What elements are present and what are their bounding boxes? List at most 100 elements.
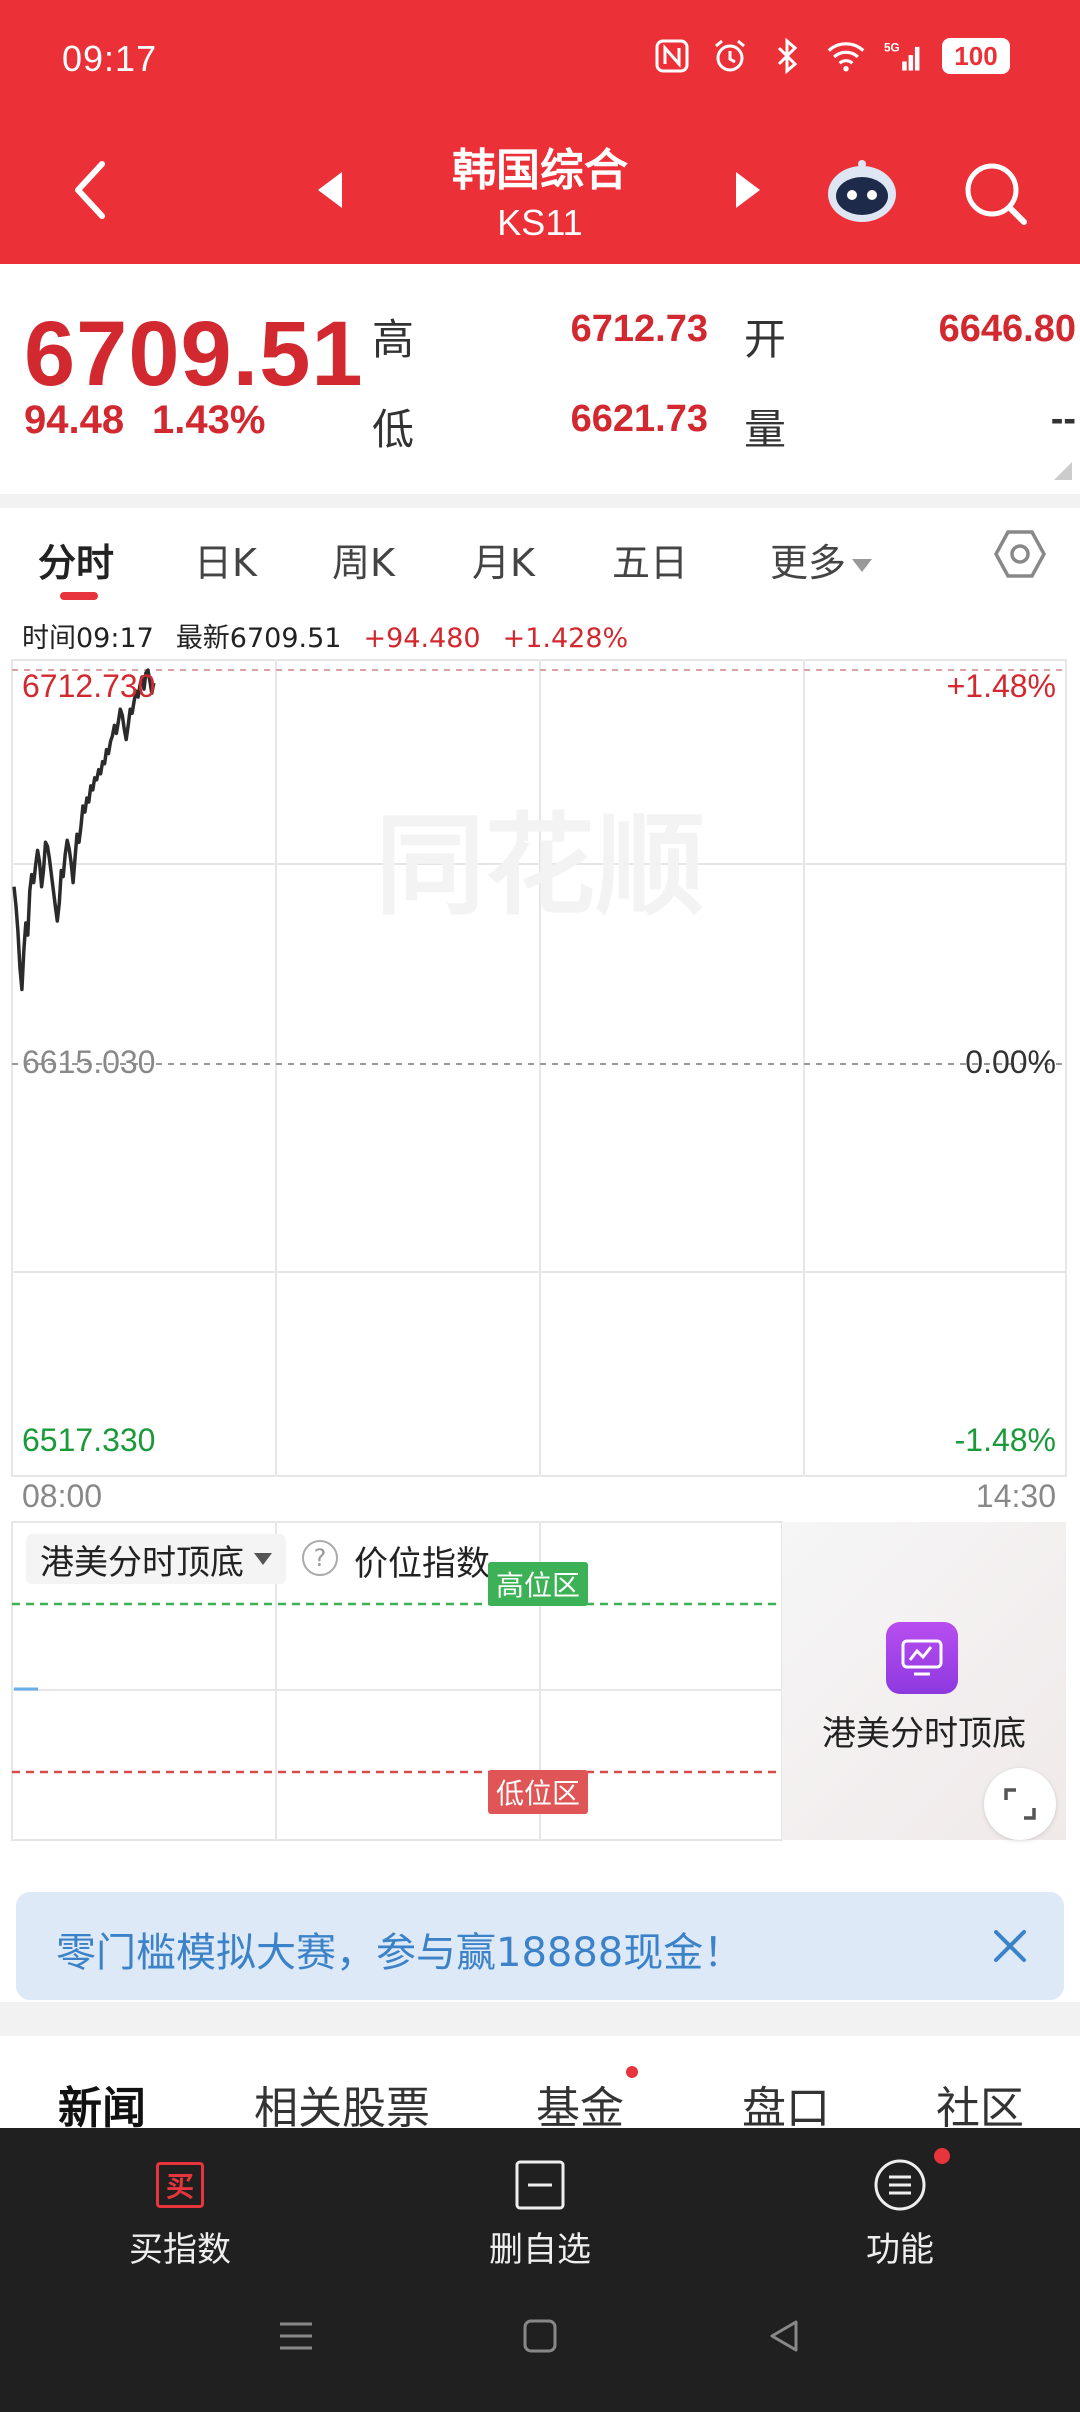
high-label: 高	[372, 315, 415, 364]
functions-notification-dot	[934, 2148, 950, 2164]
tab-weekly-k[interactable]: 周K	[332, 532, 395, 587]
chart-period-tabs: 分时 日K 周K 月K 五日 更多	[0, 508, 1080, 604]
tab-monthly-k[interactable]: 月K	[472, 532, 535, 587]
indicator-promo-card[interactable]: 港美分时顶底	[782, 1522, 1066, 1840]
low-zone-tag: 低位区	[488, 1770, 589, 1814]
tab-related-stocks[interactable]: 相关股票	[254, 2072, 430, 2136]
hexagon-settings-icon	[994, 530, 1046, 578]
indicator-name: 港美分时顶底	[40, 1542, 244, 1583]
title-bar: 韩国综合 KS11	[0, 120, 1080, 264]
indicator-selector[interactable]: 港美分时顶底	[26, 1534, 286, 1584]
robot-icon	[828, 160, 896, 222]
latest-price: 6709.51	[24, 303, 364, 405]
tab-intraday[interactable]: 分时	[38, 532, 114, 587]
indicator-panel: 港美分时顶底 ? 价位指数-- 高位区 低位区	[12, 1522, 782, 1840]
tab-news[interactable]: 新闻	[58, 2072, 146, 2136]
tab-community[interactable]: 社区	[936, 2072, 1024, 2136]
banner-text: 零门槛模拟大赛，参与赢18888现金！	[56, 1930, 744, 1976]
y-label-bottom: 6517.330	[22, 1422, 156, 1458]
assistant-robot-button[interactable]	[824, 158, 900, 228]
system-home-button[interactable]	[520, 2316, 560, 2360]
buy-index-label: 买指数	[129, 2230, 231, 2270]
price-change-percent: 1.43%	[152, 398, 266, 442]
caret-down-icon	[852, 559, 873, 572]
functions-label: 功能	[866, 2230, 934, 2270]
home-square-icon	[523, 2319, 557, 2353]
search-icon	[965, 163, 1027, 225]
status-icons: 5G 100	[652, 36, 1010, 76]
pct-label-mid: 0.00%	[965, 1044, 1056, 1080]
news-tabs: 新闻 相关股票 基金 盘口 社区	[0, 2036, 1080, 2134]
tab-funds[interactable]: 基金	[536, 2072, 624, 2136]
price-change: 94.48	[24, 398, 125, 442]
x-label-start: 08:00	[22, 1478, 103, 1514]
chart-settings-button[interactable]	[992, 526, 1048, 582]
promo-label: 港美分时顶底	[822, 1714, 1026, 1754]
chevron-left-icon	[75, 161, 105, 219]
bottom-action-bar: 买 买指数 删自选 功能	[0, 2128, 1080, 2412]
info-change: +94.480	[363, 623, 481, 654]
funds-notification-dot	[626, 2066, 638, 2078]
status-bar: 09:17 5G 100	[0, 0, 1080, 120]
back-triangle-icon	[770, 2320, 798, 2352]
close-icon	[994, 1930, 1026, 1962]
previous-index-button[interactable]	[318, 172, 342, 208]
remove-watchlist-label: 删自选	[489, 2230, 591, 2270]
search-button[interactable]	[960, 158, 1032, 230]
watermark-logo: 同花顺	[375, 802, 705, 930]
low-value: 6621.73	[570, 398, 708, 440]
tab-order-book[interactable]: 盘口	[742, 2072, 830, 2136]
signal-icon: 5G	[884, 36, 924, 76]
intraday-chart-area: 同花顺 时间09:17 最新6709.51 +94.480 +1.428% 6712.…	[0, 604, 1080, 1858]
quote-panel: 6709.51 94.48 1.43% 高 6712.73 开 6646.80 …	[0, 264, 1080, 494]
pct-label-top: +1.48%	[946, 668, 1056, 704]
banner-close-button[interactable]	[986, 1922, 1034, 1970]
y-label-top: 6712.730	[22, 668, 156, 704]
help-icon[interactable]: ?	[302, 1540, 338, 1576]
open-value: 6646.80	[938, 308, 1076, 350]
price-series-line	[12, 668, 156, 992]
expand-icon	[1004, 1788, 1036, 1820]
hamburger-icon	[280, 2322, 312, 2350]
functions-button[interactable]: 功能	[800, 2152, 1000, 2271]
next-index-button[interactable]	[736, 172, 760, 208]
header: 09:17 5G 100 韩国综合 KS11	[0, 0, 1080, 264]
system-back-button[interactable]	[764, 2316, 804, 2360]
bluetooth-icon	[768, 36, 808, 76]
volume-value: --	[1050, 398, 1076, 440]
info-latest-price: 最新6709.51	[175, 623, 342, 654]
system-menu-button[interactable]	[276, 2316, 316, 2360]
x-label-end: 14:30	[975, 1478, 1056, 1514]
indicator-chart-icon	[886, 1622, 958, 1694]
expand-quote-corner[interactable]	[1054, 462, 1072, 480]
volume-label: 量	[744, 405, 787, 454]
y-label-mid: 6615.030	[22, 1044, 156, 1080]
buy-icon-glyph: 买	[156, 2162, 204, 2208]
page-title: 韩国综合	[452, 145, 628, 196]
promo-banner[interactable]: 零门槛模拟大赛，参与赢18888现金！	[16, 1892, 1064, 2000]
caret-down-icon	[254, 1553, 272, 1565]
status-time: 09:17	[62, 38, 158, 79]
pct-label-bottom: -1.48%	[954, 1422, 1056, 1458]
svg-text:5G: 5G	[884, 40, 900, 54]
open-label: 开	[744, 315, 787, 364]
nfc-icon	[652, 36, 692, 76]
buy-icon: 买	[80, 2152, 280, 2218]
minus-box-icon	[440, 2152, 640, 2218]
tab-more[interactable]: 更多	[770, 532, 873, 587]
remove-watchlist-button[interactable]: 删自选	[440, 2152, 640, 2271]
fullscreen-button[interactable]	[984, 1768, 1056, 1840]
high-zone-tag: 高位区	[488, 1562, 589, 1606]
active-tab-indicator	[60, 592, 98, 600]
back-button[interactable]	[60, 150, 130, 230]
low-label: 低	[372, 405, 415, 454]
battery-indicator: 100	[942, 38, 1010, 74]
wifi-icon	[826, 36, 866, 76]
info-change-percent: +1.428%	[502, 623, 629, 654]
high-value: 6712.73	[570, 308, 708, 350]
tab-daily-k[interactable]: 日K	[194, 532, 257, 587]
tab-five-day[interactable]: 五日	[612, 532, 688, 587]
buy-index-button[interactable]: 买 买指数	[80, 2152, 280, 2271]
crosshair-info-line: 时间09:17 最新6709.51 +94.480 +1.428%	[22, 616, 650, 655]
menu-circle-icon	[800, 2152, 1000, 2218]
